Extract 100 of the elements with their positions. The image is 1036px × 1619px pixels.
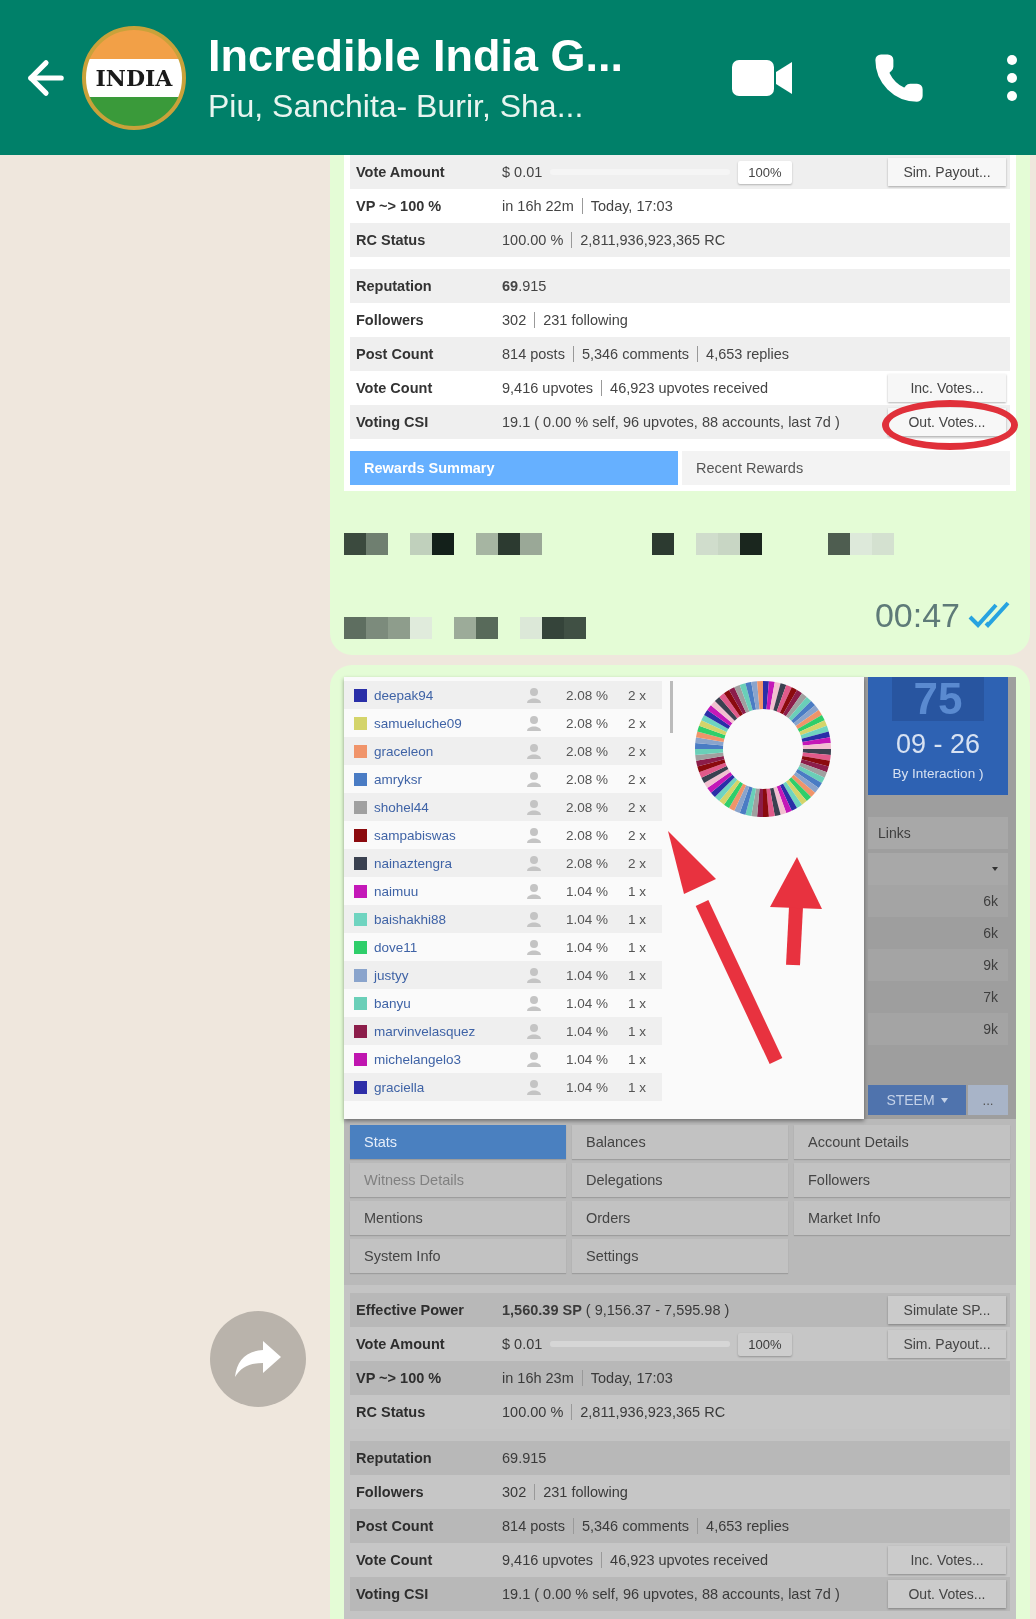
account-link[interactable]: banyu [374, 995, 526, 1011]
person-icon [526, 855, 542, 871]
nav-tab[interactable]: Balances [572, 1125, 788, 1159]
nav-tab[interactable]: Followers [794, 1163, 1010, 1197]
account-link[interactable]: michelangelo3 [374, 1051, 526, 1067]
row-value: $ 0.01 [502, 1336, 543, 1352]
account-link[interactable]: graciella [374, 1079, 526, 1095]
currency-dropdown[interactable]: STEEM [868, 1085, 966, 1115]
row-label: Post Count [355, 346, 435, 362]
row-value: 19.1 ( 0.00 % self, 96 upvotes, 88 accounts, last 7d ) [502, 414, 840, 430]
account-link[interactable]: marvinvelasquez [374, 1023, 526, 1039]
vote-count: 2 x [628, 855, 647, 871]
vote-percent: 1.04 % [566, 911, 610, 927]
vote-count: 1 x [628, 1079, 647, 1095]
person-icon [526, 799, 542, 815]
nav-tab[interactable]: Settings [572, 1239, 788, 1273]
nav-tab[interactable]: Delegations [572, 1163, 788, 1197]
nav-tab[interactable]: Stats [350, 1125, 566, 1159]
chat-members: Piu, Sanchita- Burir, Sha... [208, 88, 585, 125]
value-cell: 6k [868, 885, 1008, 917]
tab[interactable]: Recent Rewards [682, 451, 1010, 485]
row-value: in 16h 23m [502, 1370, 574, 1386]
account-link[interactable]: deepak94 [374, 687, 526, 703]
row-value: 19.1 ( 0.00 % self, 96 upvotes, 88 accounts, last 7d ) [502, 1586, 840, 1602]
vote-percent: 1.04 % [566, 967, 610, 983]
action-button[interactable]: Inc. Votes... [888, 374, 1006, 402]
scrollbar [670, 681, 673, 733]
person-icon [526, 883, 542, 899]
slider-reading: 100% [738, 160, 792, 184]
person-icon [526, 1051, 542, 1067]
more-button[interactable]: ... [968, 1085, 1008, 1115]
nav-tab[interactable]: System Info [350, 1239, 566, 1273]
action-button[interactable]: Simulate SP... [888, 1296, 1006, 1324]
account-link[interactable]: nainaztengra [374, 855, 526, 871]
action-button[interactable]: Inc. Votes... [888, 1546, 1006, 1574]
nav-tab[interactable]: Market Info [794, 1201, 1010, 1235]
row-label: VP ~> 100 % [355, 198, 443, 214]
row-value: 100.00 % [502, 232, 564, 248]
group-avatar[interactable]: INDIA [82, 25, 186, 130]
person-icon [526, 827, 542, 843]
menu-icon [1006, 54, 1018, 101]
row-label: Post Count [355, 1518, 435, 1534]
nav-tab[interactable]: Orders [572, 1201, 788, 1235]
menu-button[interactable] [1006, 54, 1018, 101]
account-link[interactable]: graceleon [374, 743, 526, 759]
person-icon [526, 1079, 542, 1095]
row-label: Reputation [355, 1450, 433, 1466]
vote-count: 2 x [628, 799, 647, 815]
account-link[interactable]: samueluche09 [374, 715, 526, 731]
action-button[interactable]: Out. Votes... [888, 408, 1006, 436]
row-value: 5,346 comments [581, 1518, 690, 1534]
row-label: VP ~> 100 % [355, 1370, 443, 1386]
vote-percent: 2.08 % [566, 687, 610, 703]
dropdown-field[interactable] [868, 853, 1008, 885]
row-value: Today, 17:03 [590, 198, 673, 214]
row-value: 2,811,936,923,365 RC [580, 1404, 726, 1420]
nav-tab[interactable]: Mentions [350, 1201, 566, 1235]
account-link[interactable]: shohel44 [374, 799, 526, 815]
row-value: 231 following [543, 1484, 628, 1500]
account-link[interactable]: dove11 [374, 939, 526, 955]
row-value: 814 posts [502, 346, 565, 362]
vote-percent: 1.04 % [566, 995, 610, 1011]
action-button[interactable]: Sim. Payout... [888, 1330, 1006, 1358]
value-cell: 9k [868, 949, 1008, 981]
date-range: 09 - 26 [895, 729, 981, 760]
nav-tab[interactable]: Account Details [794, 1125, 1010, 1159]
person-icon [526, 743, 542, 759]
row-label: Vote Amount [355, 164, 446, 180]
account-link[interactable]: amryksr [374, 771, 526, 787]
vote-percent: 1.04 % [566, 883, 610, 899]
slider-reading: 100% [738, 1332, 792, 1356]
person-icon [526, 715, 542, 731]
account-link[interactable]: baishakhi88 [374, 911, 526, 927]
person-icon [526, 967, 542, 983]
person-icon [526, 939, 542, 955]
row-value: 2,811,936,923,365 RC [580, 232, 726, 248]
vote-count: 1 x [628, 1051, 647, 1067]
account-link[interactable]: sampabiswas [374, 827, 526, 843]
vote-count: 1 x [628, 911, 647, 927]
vote-percent: 2.08 % [566, 771, 610, 787]
links-bar[interactable]: Links [868, 817, 1008, 849]
video-call-button[interactable] [732, 57, 792, 98]
caret-icon [992, 867, 998, 871]
account-link[interactable]: naimuu [374, 883, 526, 899]
person-icon [526, 771, 542, 787]
vote-percent: 2.08 % [566, 799, 610, 815]
video-camera-icon [732, 57, 792, 98]
account-link[interactable]: justyy [374, 967, 526, 983]
action-button[interactable]: Sim. Payout... [888, 158, 1006, 186]
action-button[interactable]: Out. Votes... [888, 1580, 1006, 1608]
row-label: Vote Count [355, 380, 434, 396]
vote-count: 1 x [628, 939, 647, 955]
vote-count: 2 x [628, 743, 647, 759]
row-label: Voting CSI [355, 1586, 430, 1602]
row-label: RC Status [355, 232, 427, 248]
row-value: 814 posts [502, 1518, 565, 1534]
row-value: 69.915 [502, 1450, 547, 1466]
row-value: 9,416 upvotes [502, 1552, 594, 1568]
row-value: 231 following [543, 312, 628, 328]
row-label: Voting CSI [355, 414, 430, 430]
